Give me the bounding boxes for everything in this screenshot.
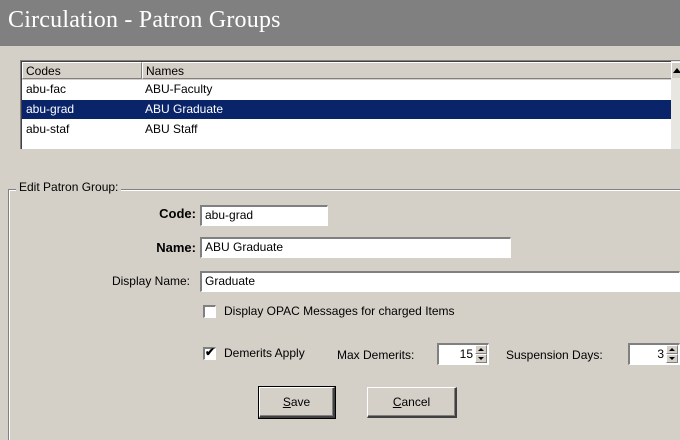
stepper-down-icon[interactable] xyxy=(666,354,678,363)
display-name-label: Display Name: xyxy=(111,274,190,288)
cancel-button[interactable]: Cancel xyxy=(367,387,457,418)
list-scrollbar[interactable] xyxy=(671,61,680,149)
cancel-rest: ancel xyxy=(401,395,431,409)
row-code: abu-fac xyxy=(26,82,67,96)
max-demerits-label: Max Demerits: xyxy=(337,348,415,362)
opac-messages-label[interactable]: Display OPAC Messages for charged Items xyxy=(224,304,455,318)
code-field[interactable]: abu-grad xyxy=(200,205,328,226)
suspension-days-value: 3 xyxy=(657,347,664,361)
max-demerits-value: 15 xyxy=(459,347,473,361)
column-header-names[interactable]: Names xyxy=(142,62,673,79)
row-code: abu-grad xyxy=(26,102,75,116)
code-label: Code: xyxy=(159,206,196,221)
row-name: ABU Graduate xyxy=(145,102,224,116)
title-bar: Circulation - Patron Groups xyxy=(0,0,680,46)
stepper-up-icon[interactable] xyxy=(666,345,678,354)
stepper-down-icon[interactable] xyxy=(475,354,487,363)
save-button[interactable]: Save xyxy=(258,386,336,419)
suspension-days-stepper[interactable]: 3 xyxy=(628,343,680,365)
patron-group-list[interactable]: Codes Names abu-fac ABU-Faculty abu-grad… xyxy=(20,60,680,149)
display-name-field[interactable]: Graduate xyxy=(200,271,680,292)
name-label: Name: xyxy=(156,240,196,255)
row-name: ABU-Faculty xyxy=(145,82,213,96)
max-demerits-stepper[interactable]: 15 xyxy=(437,343,489,365)
stepper-up-icon[interactable] xyxy=(475,345,487,354)
list-row[interactable]: abu-fac ABU-Faculty xyxy=(22,80,672,99)
row-name: ABU Staff xyxy=(145,122,198,136)
suspension-days-label: Suspension Days: xyxy=(506,348,603,362)
save-rest: ave xyxy=(290,395,311,409)
name-field[interactable]: ABU Graduate xyxy=(200,237,511,258)
save-mnemonic: S xyxy=(282,395,291,409)
list-row-selected[interactable]: abu-grad ABU Graduate xyxy=(22,100,672,119)
demerits-apply-checkbox[interactable]: ✔ xyxy=(203,345,216,360)
opac-messages-checkbox[interactable] xyxy=(203,305,216,318)
row-code: abu-staf xyxy=(26,122,70,136)
demerits-apply-label[interactable]: Demerits Apply xyxy=(224,346,305,360)
column-header-codes[interactable]: Codes xyxy=(22,62,142,79)
window-title: Circulation - Patron Groups xyxy=(8,7,281,33)
list-row[interactable]: abu-staf ABU Staff xyxy=(22,120,672,139)
edit-group-legend: Edit Patron Group: xyxy=(16,180,122,194)
scroll-up-arrow-icon[interactable] xyxy=(671,62,680,78)
checkmark-icon: ✔ xyxy=(205,345,216,359)
list-header: Codes Names xyxy=(22,62,673,80)
